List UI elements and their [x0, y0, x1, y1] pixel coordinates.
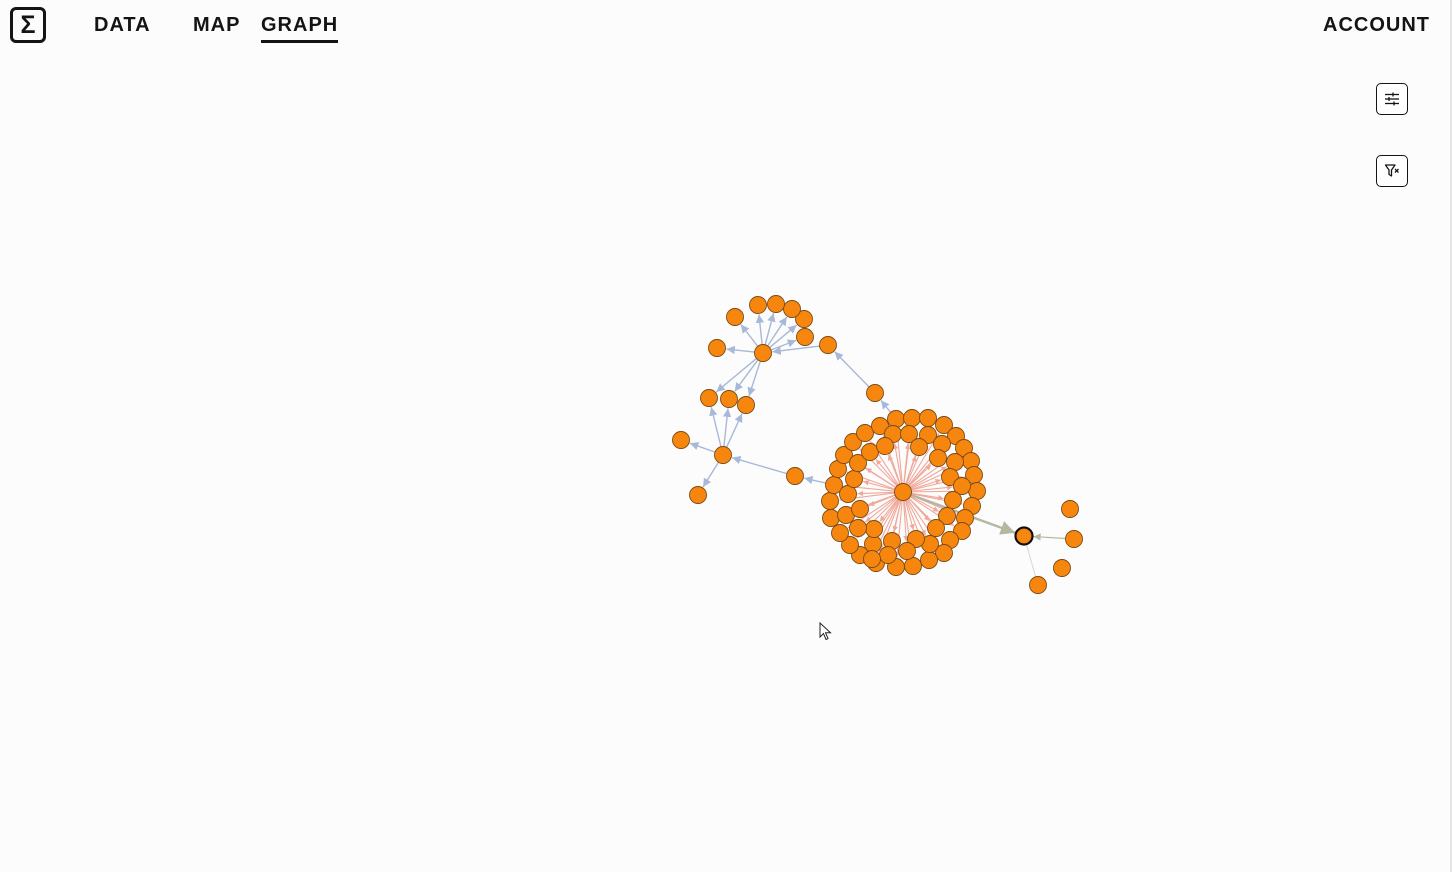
graph-node-selected[interactable] — [1014, 526, 1034, 546]
graph-node[interactable] — [754, 344, 772, 362]
graph-node[interactable] — [1029, 576, 1047, 594]
graph-edge — [740, 324, 759, 347]
graph-node[interactable] — [839, 485, 857, 503]
graph-node[interactable] — [851, 500, 869, 518]
graph-edge — [709, 407, 722, 447]
graph-node[interactable] — [822, 509, 840, 527]
graph-edge — [908, 464, 932, 487]
graph-edge — [689, 442, 716, 453]
mouse-cursor-icon — [819, 622, 832, 641]
graph-edge — [770, 339, 797, 351]
graph-edge — [725, 413, 743, 448]
graph-node[interactable] — [821, 492, 839, 510]
graph-node[interactable] — [929, 449, 947, 467]
graph-edge — [834, 351, 870, 388]
graph-node[interactable] — [845, 470, 863, 488]
graph-node-hub[interactable] — [894, 483, 912, 501]
graph-node[interactable] — [866, 384, 884, 402]
graph-edge — [702, 461, 720, 488]
graph-node[interactable] — [672, 431, 690, 449]
graph-edge — [731, 455, 788, 475]
graph-edge — [755, 314, 765, 345]
graph-edge — [804, 475, 826, 485]
graph-edge — [747, 360, 762, 397]
network-graph-canvas[interactable] — [0, 0, 1450, 872]
graph-node[interactable] — [876, 437, 894, 455]
graph-node[interactable] — [720, 390, 738, 408]
graph-node[interactable] — [786, 467, 804, 485]
graph-node[interactable] — [767, 295, 785, 313]
graph-node[interactable] — [849, 519, 867, 537]
graph-node[interactable] — [1053, 559, 1071, 577]
graph-nodes — [672, 295, 1083, 594]
graph-edge — [734, 359, 759, 392]
graph-node[interactable] — [946, 453, 964, 471]
graph-node[interactable] — [749, 296, 767, 314]
graph-node[interactable] — [864, 535, 882, 553]
graph-node[interactable] — [920, 551, 938, 569]
graph-edge — [1033, 533, 1066, 541]
graph-node[interactable] — [783, 300, 801, 318]
graph-node[interactable] — [903, 409, 921, 427]
graph-node[interactable] — [856, 424, 874, 442]
graph-node[interactable] — [796, 328, 814, 346]
graph-node[interactable] — [737, 396, 755, 414]
graph-node[interactable] — [1065, 530, 1083, 548]
graph-edge — [880, 399, 892, 413]
graph-node[interactable] — [910, 438, 928, 456]
graph-node[interactable] — [927, 519, 945, 537]
graph-node[interactable] — [714, 446, 732, 464]
graph-node[interactable] — [700, 389, 718, 407]
graph-node[interactable] — [968, 482, 986, 500]
graph-node[interactable] — [861, 443, 879, 461]
graph-node[interactable] — [919, 409, 937, 427]
graph-node[interactable] — [863, 550, 881, 568]
graph-node[interactable] — [904, 557, 922, 575]
graph-node[interactable] — [898, 542, 916, 560]
graph-node[interactable] — [865, 520, 883, 538]
graph-node[interactable] — [879, 546, 897, 564]
graph-edge — [722, 408, 732, 447]
graph-edge — [1026, 544, 1037, 577]
graph-edge — [715, 357, 757, 393]
graph-node[interactable] — [819, 336, 837, 354]
graph-node[interactable] — [708, 339, 726, 357]
graph-node[interactable] — [831, 524, 849, 542]
graph-node[interactable] — [1061, 500, 1079, 518]
graph-node[interactable] — [944, 491, 962, 509]
graph-node[interactable] — [689, 486, 707, 504]
graph-node[interactable] — [887, 410, 905, 428]
graph-node[interactable] — [726, 308, 744, 326]
graph-edge — [726, 345, 755, 355]
